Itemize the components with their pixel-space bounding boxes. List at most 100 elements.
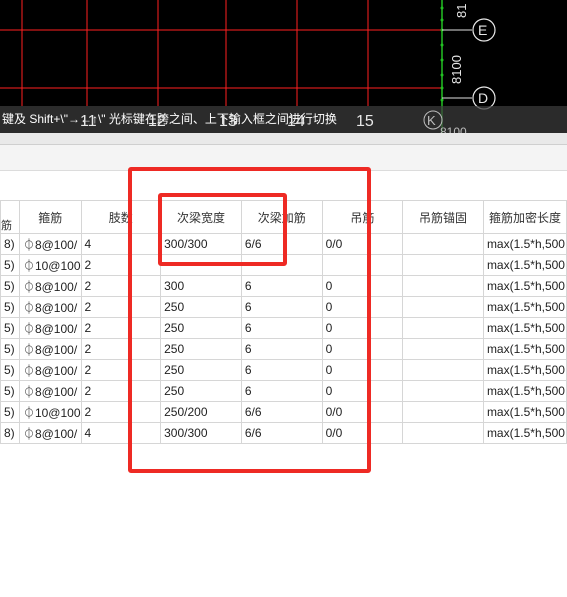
cell-rebar[interactable]: 8) xyxy=(0,422,20,444)
cell-rebar[interactable]: 8) xyxy=(0,233,20,255)
cell-hanger-anchorage[interactable] xyxy=(402,380,484,402)
cell-hanger-bar[interactable]: 0 xyxy=(321,317,404,339)
cell-legs[interactable]: 2 xyxy=(80,296,162,318)
cell-dense-length[interactable]: max(1.5*h,500 xyxy=(482,422,567,444)
cell-stirrup[interactable]: ⏀8@100/ xyxy=(18,338,82,360)
cell-legs[interactable]: 2 xyxy=(80,338,162,360)
cell-beam-width[interactable]: 250 xyxy=(160,380,242,402)
cell-extra-stirrup[interactable]: 6/6 xyxy=(240,233,323,255)
cell-dense-length[interactable]: max(1.5*h,500 xyxy=(482,401,567,423)
col-header-stirrup-dense-length[interactable]: 箍筋加密长度 xyxy=(482,200,567,234)
cell-hanger-bar[interactable]: 0 xyxy=(321,296,404,318)
cell-dense-length[interactable]: max(1.5*h,500 xyxy=(482,380,567,402)
cell-beam-width[interactable]: 250 xyxy=(160,338,242,360)
cell-stirrup[interactable]: ⏀10@100 xyxy=(18,254,82,276)
cell-hanger-anchorage[interactable] xyxy=(402,275,484,297)
cell-rebar[interactable]: 5) xyxy=(0,296,20,318)
cell-dense-length[interactable]: max(1.5*h,500 xyxy=(482,275,567,297)
cell-hanger-anchorage[interactable] xyxy=(402,359,484,381)
cell-hanger-bar[interactable]: 0 xyxy=(321,338,404,360)
table-row[interactable]: 5) ⏀8@100/2 250 6 0 max(1.5*h,500 xyxy=(0,317,567,339)
table-row[interactable]: 5) ⏀8@100/2 250 6 0 max(1.5*h,500 xyxy=(0,338,567,360)
table-row[interactable]: 5) ⏀10@100 2 250/200 6/6 0/0 max(1.5*h,500 xyxy=(0,401,567,423)
table-row[interactable]: 5) ⏀8@100/2 250 6 0 max(1.5*h,500 xyxy=(0,380,567,402)
cell-dense-length[interactable]: max(1.5*h,500 xyxy=(482,359,567,381)
cell-hanger-bar[interactable]: 0 xyxy=(321,359,404,381)
cell-stirrup[interactable]: ⏀8@100/ xyxy=(18,317,82,339)
cell-hanger-anchorage[interactable] xyxy=(402,338,484,360)
cell-stirrup[interactable]: ⏀8@100/ xyxy=(18,359,82,381)
col-header-hanger-anchorage[interactable]: 吊筋锚固 xyxy=(402,200,484,234)
cell-hanger-bar[interactable]: 0/0 xyxy=(321,401,404,423)
col-header-rebar[interactable]: 筋 xyxy=(0,200,20,234)
table-row[interactable]: 5) ⏀8@100/2 250 6 0 max(1.5*h,500 xyxy=(0,296,567,318)
cell-extra-stirrup[interactable]: 6 xyxy=(240,380,323,402)
cell-beam-width[interactable]: 250/200 xyxy=(160,401,242,423)
cell-rebar[interactable]: 5) xyxy=(0,359,20,381)
cell-stirrup[interactable]: ⏀10@100 xyxy=(18,401,82,423)
table-row[interactable]: 5) ⏀10@100 2 max(1.5*h,500 xyxy=(0,254,567,276)
cell-stirrup[interactable]: ⏀8@100/ xyxy=(18,275,82,297)
cell-extra-stirrup[interactable]: 6 xyxy=(240,359,323,381)
col-header-stirrup[interactable]: 箍筋 xyxy=(18,200,82,234)
table-row[interactable]: 8) ⏀8@100/4 300/300 6/6 0/0 max(1.5*h,500 xyxy=(0,233,567,255)
col-header-secondary-beam-width[interactable]: 次梁宽度 xyxy=(160,200,242,234)
cell-legs[interactable]: 2 xyxy=(80,359,162,381)
cell-hanger-anchorage[interactable] xyxy=(402,401,484,423)
cell-rebar[interactable]: 5) xyxy=(0,254,20,276)
col-header-secondary-beam-extra-stirrup[interactable]: 次梁加筋 xyxy=(240,200,323,234)
col-header-hanger-bar[interactable]: 吊筋 xyxy=(321,200,404,234)
table-row[interactable]: 5) ⏀8@100/2 250 6 0 max(1.5*h,500 xyxy=(0,359,567,381)
cell-extra-stirrup[interactable]: 6/6 xyxy=(240,401,323,423)
cell-rebar[interactable]: 5) xyxy=(0,275,20,297)
cell-hanger-anchorage[interactable] xyxy=(402,233,484,255)
cell-hanger-bar[interactable]: 0/0 xyxy=(321,233,404,255)
cell-hanger-anchorage[interactable] xyxy=(402,422,484,444)
cell-beam-width[interactable]: 300/300 xyxy=(160,422,242,444)
cell-beam-width[interactable]: 250 xyxy=(160,317,242,339)
cell-beam-width[interactable]: 300/300 xyxy=(160,233,242,255)
table-row[interactable]: 5) ⏀8@100/2 300 6 0 max(1.5*h,500 xyxy=(0,275,567,297)
cell-extra-stirrup[interactable]: 6 xyxy=(240,317,323,339)
cell-beam-width[interactable]: 250 xyxy=(160,359,242,381)
cell-legs[interactable]: 2 xyxy=(80,401,162,423)
cell-rebar[interactable]: 5) xyxy=(0,380,20,402)
cell-dense-length[interactable]: max(1.5*h,500 xyxy=(482,296,567,318)
cell-extra-stirrup[interactable]: 6/6 xyxy=(240,422,323,444)
cell-rebar[interactable]: 5) xyxy=(0,317,20,339)
cell-stirrup[interactable]: ⏀8@100/ xyxy=(18,380,82,402)
cell-hanger-bar[interactable]: 0 xyxy=(321,275,404,297)
cell-hanger-anchorage[interactable] xyxy=(402,254,484,276)
cell-legs[interactable]: 4 xyxy=(80,422,162,444)
cell-beam-width[interactable] xyxy=(160,254,242,276)
cell-stirrup[interactable]: ⏀8@100/ xyxy=(18,233,82,255)
cell-beam-width[interactable]: 300 xyxy=(160,275,242,297)
cell-hanger-bar[interactable] xyxy=(321,254,404,276)
col-header-legs[interactable]: 肢数 xyxy=(80,200,162,234)
cell-hanger-anchorage[interactable] xyxy=(402,317,484,339)
panel-splitter[interactable] xyxy=(0,133,567,145)
cell-rebar[interactable]: 5) xyxy=(0,401,20,423)
cell-rebar[interactable]: 5) xyxy=(0,338,20,360)
axis-dim-top: 81 xyxy=(454,4,469,18)
cell-hanger-anchorage[interactable] xyxy=(402,296,484,318)
cell-stirrup[interactable]: ⏀8@100/ xyxy=(18,422,82,444)
cell-legs[interactable]: 4 xyxy=(80,233,162,255)
cell-dense-length[interactable]: max(1.5*h,500 xyxy=(482,338,567,360)
cell-dense-length[interactable]: max(1.5*h,500 xyxy=(482,254,567,276)
cell-beam-width[interactable]: 250 xyxy=(160,296,242,318)
cell-legs[interactable]: 2 xyxy=(80,254,162,276)
cell-legs[interactable]: 2 xyxy=(80,275,162,297)
cell-extra-stirrup[interactable]: 6 xyxy=(240,296,323,318)
cell-extra-stirrup[interactable] xyxy=(240,254,323,276)
cell-legs[interactable]: 2 xyxy=(80,380,162,402)
cell-hanger-bar[interactable]: 0/0 xyxy=(321,422,404,444)
cell-legs[interactable]: 2 xyxy=(80,317,162,339)
table-row[interactable]: 8) ⏀8@100/4 300/300 6/6 0/0 max(1.5*h,500 xyxy=(0,422,567,444)
cell-stirrup[interactable]: ⏀8@100/ xyxy=(18,296,82,318)
cell-extra-stirrup[interactable]: 6 xyxy=(240,338,323,360)
cell-hanger-bar[interactable]: 0 xyxy=(321,380,404,402)
cell-dense-length[interactable]: max(1.5*h,500 xyxy=(482,317,567,339)
cell-dense-length[interactable]: max(1.5*h,500 xyxy=(482,233,567,255)
cell-extra-stirrup[interactable]: 6 xyxy=(240,275,323,297)
